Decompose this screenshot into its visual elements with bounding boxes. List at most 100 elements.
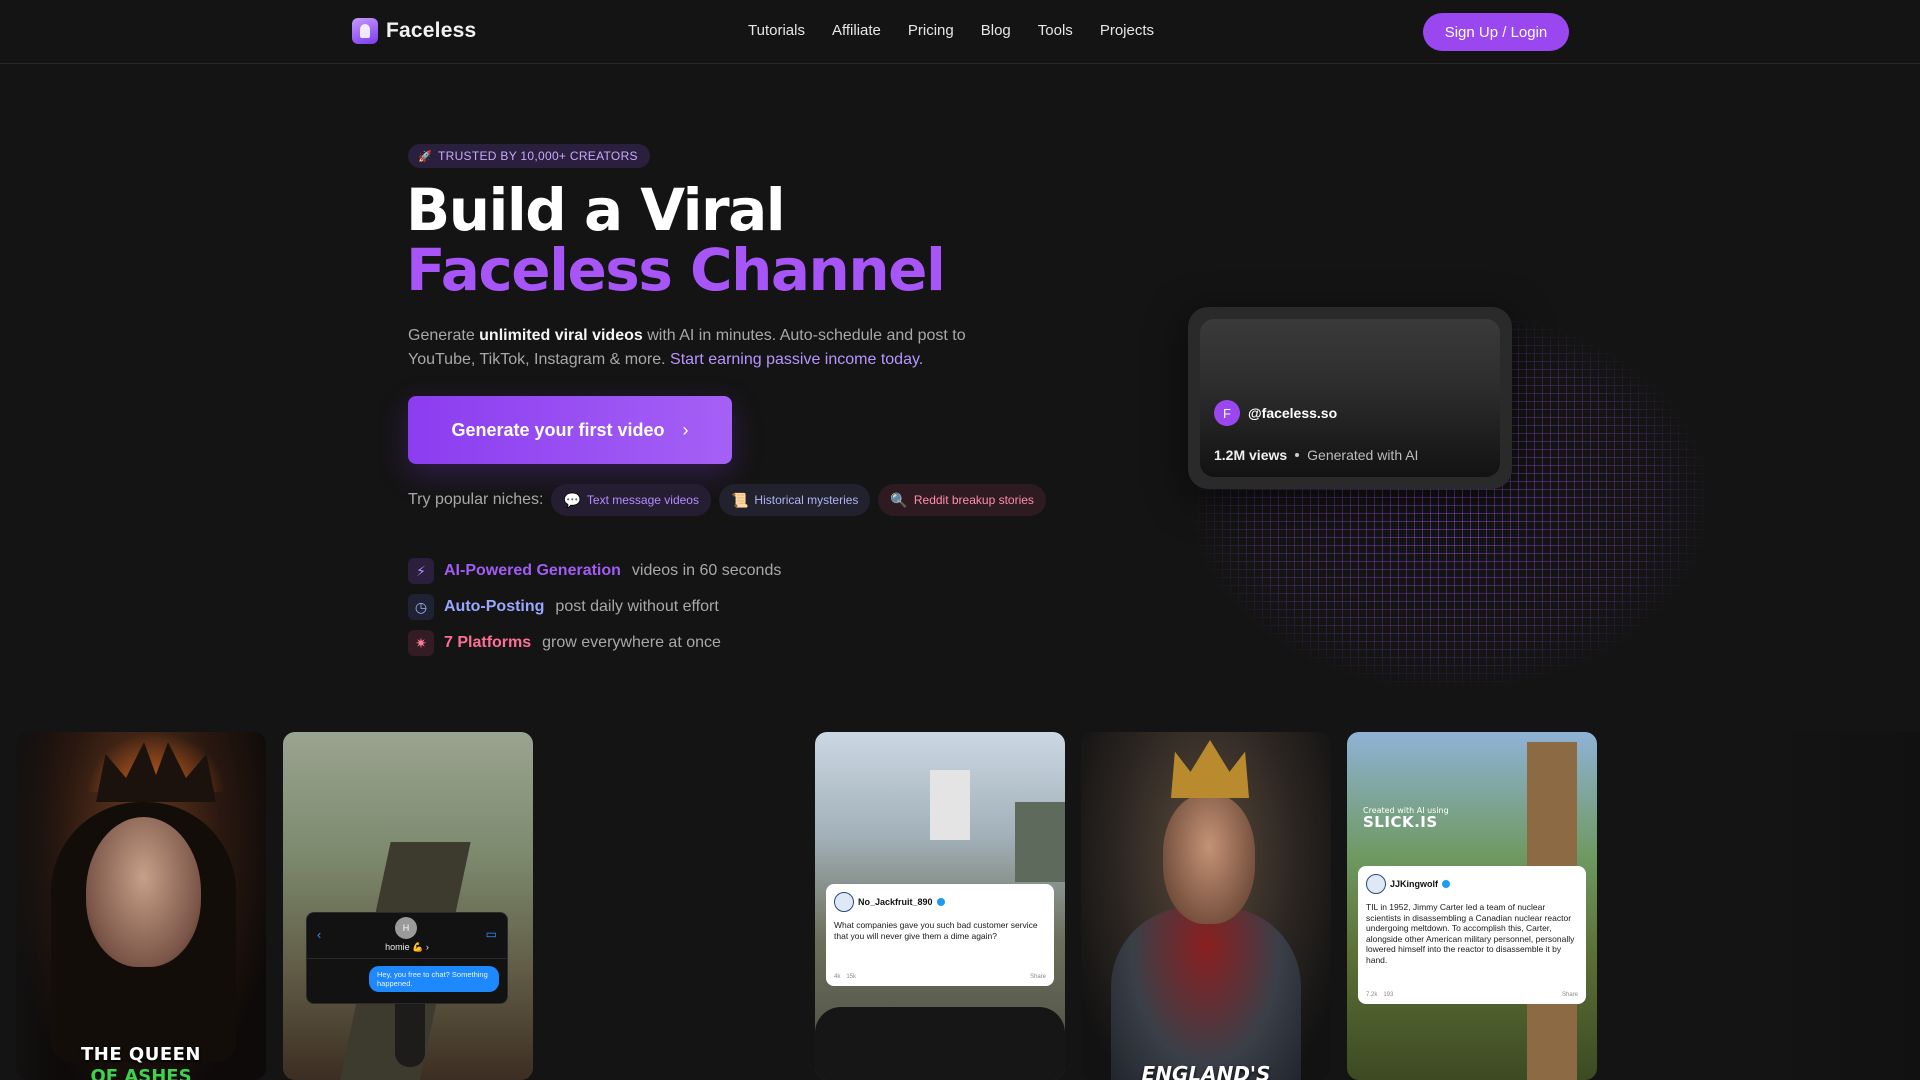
desc-highlight: Start earning passive income today.: [670, 351, 924, 368]
like-count: 7.2k: [1366, 992, 1378, 998]
video-card-text-message[interactable]: ‹ H homie 💪 › ▭ Hey, you free to chat? S…: [283, 732, 533, 1080]
avatar: F: [1214, 400, 1240, 426]
imessage-header: ‹ H homie 💪 › ▭: [307, 913, 507, 959]
feature-item: ✷ 7 Platforms grow everywhere at once: [408, 625, 781, 661]
search-icon: 🔍: [890, 491, 908, 508]
brand-logo[interactable]: Faceless: [352, 18, 476, 44]
post-body: What companies gave you such bad custome…: [834, 920, 1038, 941]
imessage-panel: ‹ H homie 💪 › ▭ Hey, you free to chat? S…: [306, 912, 508, 1004]
niche-chip-historical-mysteries[interactable]: 📜 Historical mysteries: [718, 484, 871, 516]
comment-count: 15k: [846, 974, 857, 980]
niche-chip-label: Reddit breakup stories: [913, 493, 1034, 507]
sparkle-icon: ✷: [408, 630, 434, 656]
cta-label: Generate your first video: [451, 419, 665, 440]
king-face: [1163, 794, 1255, 924]
hero-title: Build a Viral Faceless Channel: [406, 176, 946, 304]
video-preview-card[interactable]: F @faceless.so 1.2M views Generated with…: [1188, 307, 1512, 489]
chat-bubble-icon: 💬: [563, 491, 581, 508]
contact-name: homie 💪 ›: [385, 942, 429, 952]
rocket-icon: 🚀: [418, 150, 432, 163]
back-chevron-icon: ‹: [317, 927, 322, 942]
signup-login-button[interactable]: Sign Up / Login: [1423, 13, 1569, 51]
feature-subtitle: grow everywhere at once: [542, 634, 721, 651]
popular-niches: Try popular niches: 💬 Text message video…: [408, 484, 1046, 516]
view-count: 1.2M views: [1214, 447, 1288, 463]
desc-part1: Generate: [408, 327, 480, 344]
post-footer: 4k 15k Share: [834, 974, 1046, 980]
generated-label: Generated with AI: [1307, 447, 1419, 463]
strip-fade-left: [0, 732, 60, 1080]
nav-link-tutorials[interactable]: Tutorials: [748, 22, 805, 39]
nav-link-projects[interactable]: Projects: [1100, 22, 1154, 39]
share-label: Share: [1561, 992, 1578, 998]
verified-badge-icon: [1442, 880, 1451, 888]
feature-title: Auto-Posting: [444, 598, 545, 615]
hero-description: Generate unlimited viral videos with AI …: [408, 324, 1008, 372]
post-header: JJKingwolf: [1366, 874, 1578, 894]
video-card-minecraft[interactable]: Created with AI using SLICK.IS JJKingwol…: [1347, 732, 1597, 1080]
clock-icon: ◷: [408, 594, 434, 620]
tower-building: [930, 770, 970, 840]
niche-chip-label: Text message videos: [586, 493, 699, 507]
nav-links: Tutorials Affiliate Pricing Blog Tools P…: [748, 22, 1154, 39]
nav-link-blog[interactable]: Blog: [981, 22, 1011, 39]
feature-subtitle: videos in 60 seconds: [631, 562, 782, 579]
share-label: Share: [1029, 974, 1046, 980]
scroll-icon: 📜: [730, 491, 749, 508]
king-robe: [1111, 907, 1301, 1080]
example-videos-strip: THE QUEEN OF ASHES ‹ H homie 💪 › ▭ Hey, …: [0, 732, 1920, 1080]
slick-watermark: Created with AI using SLICK.IS: [1363, 806, 1449, 831]
desc-bold: unlimited viral videos: [479, 327, 643, 344]
niche-chip-reddit-breakup[interactable]: 🔍 Reddit breakup stories: [878, 484, 1046, 516]
message-bubble: Hey, you free to chat? Something happene…: [369, 966, 499, 992]
feature-subtitle: post daily without effort: [555, 598, 719, 615]
video-stats: 1.2M views Generated with AI: [1214, 447, 1418, 463]
top-navbar: Faceless Tutorials Affiliate Pricing Blo…: [0, 0, 1920, 64]
crown-icon: [1171, 740, 1249, 798]
feature-item: ⚡ AI-Powered Generation videos in 60 sec…: [408, 553, 781, 589]
video-preview-screen: F @faceless.so 1.2M views Generated with…: [1200, 319, 1500, 477]
niche-chip-text-messages[interactable]: 💬 Text message videos: [551, 484, 711, 516]
brand-name: Faceless: [386, 19, 477, 42]
video-card-reddit-gta[interactable]: No_Jackfruit_890 What companies gave you…: [815, 732, 1065, 1080]
verified-badge-icon: [936, 898, 945, 906]
nav-link-affiliate[interactable]: Affiliate: [832, 22, 881, 39]
channel-handle: F @faceless.so: [1214, 400, 1337, 426]
house-building: [1015, 802, 1065, 882]
lightning-icon: ⚡: [408, 558, 434, 584]
separator-dot: [1295, 453, 1300, 457]
avatar: [834, 892, 854, 912]
nav-link-tools[interactable]: Tools: [1038, 22, 1073, 39]
generate-video-button[interactable]: Generate your first video ›: [408, 396, 732, 464]
feature-title: AI-Powered Generation: [444, 562, 621, 579]
chevron-right-icon: ›: [682, 419, 689, 440]
comment-count: 193: [1383, 992, 1394, 998]
nav-link-pricing[interactable]: Pricing: [908, 22, 954, 39]
channel-name: @faceless.so: [1248, 405, 1338, 421]
queen-face: [86, 817, 201, 967]
badge-text: TRUSTED BY 10,000+ CREATORS: [438, 149, 638, 163]
avatar: H: [395, 917, 417, 939]
watermark-brand: SLICK.IS: [1363, 813, 1438, 831]
post-footer: 7.2k 193 Share: [1366, 992, 1578, 998]
hero-title-line2: Faceless Channel: [406, 236, 946, 304]
video-caption: ENGLAND'S: [1141, 1062, 1271, 1080]
trusted-badge: 🚀 TRUSTED BY 10,000+ CREATORS: [408, 144, 650, 168]
car-shape: [815, 1007, 1065, 1080]
post-header: No_Jackfruit_890: [834, 892, 1046, 912]
post-username: JJKingwolf: [1390, 879, 1439, 889]
post-username: No_Jackfruit_890: [858, 897, 933, 907]
post-body: TIL in 1952, Jimmy Carter led a team of …: [1366, 902, 1575, 965]
logo-icon: [352, 18, 378, 44]
video-camera-icon: ▭: [485, 927, 497, 941]
hero-title-line1: Build a Viral: [406, 176, 786, 244]
reddit-post-card: No_Jackfruit_890 What companies gave you…: [826, 884, 1054, 986]
avatar: [1366, 874, 1386, 894]
feature-item: ◷ Auto-Posting post daily without effort: [408, 589, 781, 625]
video-card-king[interactable]: ENGLAND'S: [1081, 732, 1331, 1080]
strip-fade-right: [1760, 732, 1920, 1080]
feature-title: 7 Platforms: [444, 634, 532, 651]
feature-list: ⚡ AI-Powered Generation videos in 60 sec…: [408, 553, 781, 661]
niches-label: Try popular niches:: [408, 491, 544, 508]
niche-chip-label: Historical mysteries: [754, 493, 859, 507]
